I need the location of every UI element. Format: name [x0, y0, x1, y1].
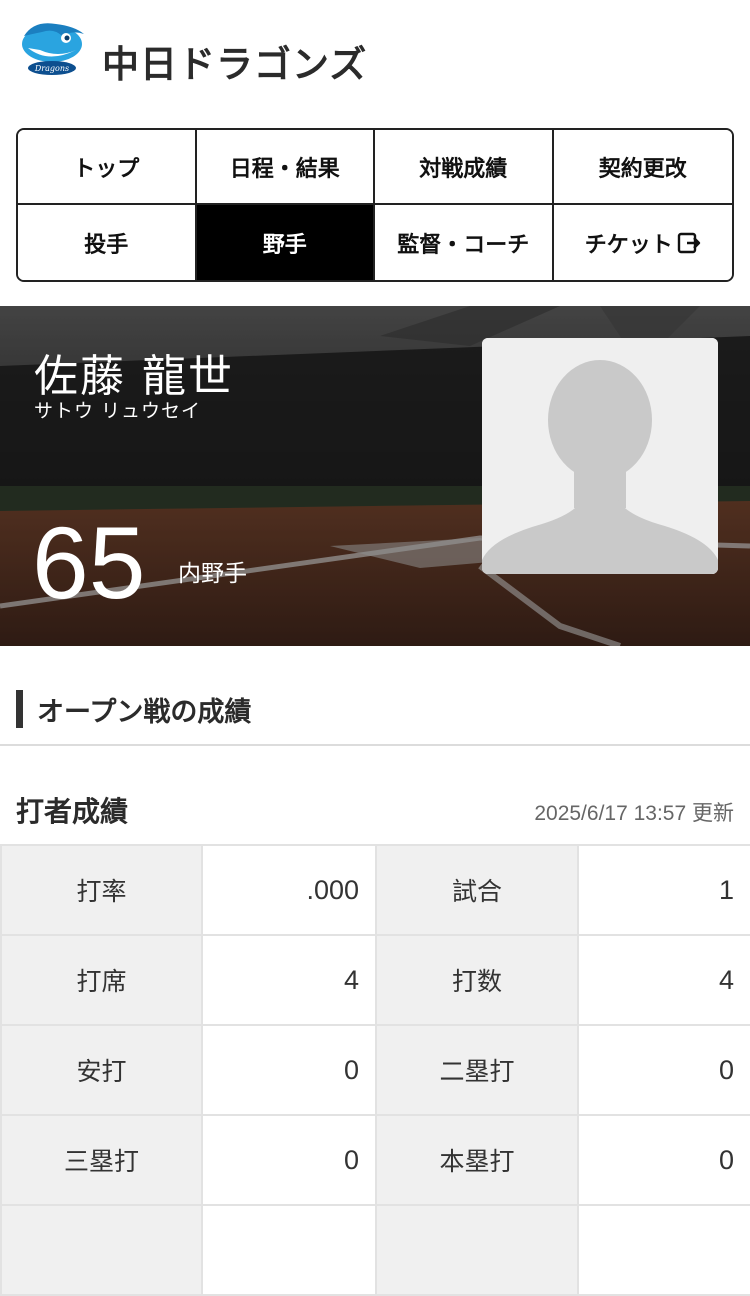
player-name-kana: サトウ リュウセイ [34, 400, 202, 422]
table-row: 打席 4 打数 4 [0, 934, 750, 1026]
stat-value: 0 [577, 1024, 750, 1116]
avatar-placeholder-icon [482, 338, 718, 574]
nav-item-label: 監督・コーチ [397, 232, 530, 258]
section-title-text: オープン戦の成績 [37, 696, 252, 728]
nav-item-label: 契約更改 [598, 156, 687, 182]
stat-label: 二塁打 [375, 1024, 579, 1116]
nav-item-label: 野手 [262, 232, 307, 258]
team-nav: トップ 日程・結果 対戦成績 契約更改 投手 野手 監督・コーチ チケット [16, 128, 734, 282]
updated-timestamp: 2025/6/17 13:57 更新 [534, 802, 734, 825]
nav-item-pitchers[interactable]: 投手 [18, 205, 197, 280]
stat-label: 試合 [375, 844, 579, 936]
stat-value: 0 [201, 1024, 377, 1116]
player-photo [482, 338, 718, 574]
nav-item-coaches[interactable]: 監督・コーチ [375, 205, 554, 280]
nav-item-tickets[interactable]: チケット [553, 205, 732, 280]
stat-value: 0 [577, 1114, 750, 1206]
table-row: 三塁打 0 本塁打 0 [0, 1114, 750, 1206]
table-row: 打率 .000 試合 1 [0, 844, 750, 936]
player-name: 佐藤 龍世 [34, 351, 234, 402]
section-divider [0, 744, 750, 746]
nav-item-schedule[interactable]: 日程・結果 [196, 130, 375, 205]
stat-label: 打席 [0, 934, 203, 1026]
table-row [0, 1204, 750, 1296]
player-hero: 佐藤 龍世 サトウ リュウセイ 65 内野手 [0, 306, 750, 646]
stat-value: 1 [577, 844, 750, 936]
stat-value: 4 [577, 934, 750, 1026]
stat-value: 4 [201, 934, 377, 1026]
svg-text:Dragons: Dragons [34, 64, 69, 73]
nav-item-label: 投手 [84, 232, 129, 258]
player-position: 内野手 [178, 561, 247, 587]
section-title-bar [16, 690, 23, 728]
table-row: 安打 0 二塁打 0 [0, 1024, 750, 1116]
nav-item-label: 日程・結果 [229, 156, 340, 182]
stat-label: 安打 [0, 1024, 203, 1116]
nav-item-label: トップ [73, 156, 140, 182]
stat-label [0, 1204, 203, 1296]
team-name: 中日ドラゴンズ [102, 43, 368, 86]
nav-item-fielders[interactable]: 野手 [196, 205, 375, 280]
dragons-logo-icon[interactable]: Dragons [14, 14, 88, 78]
stat-label: 本塁打 [375, 1114, 579, 1206]
section-title: オープン戦の成績 [16, 690, 251, 728]
stat-value [577, 1204, 750, 1296]
nav-item-contract[interactable]: 契約更改 [553, 130, 732, 205]
external-link-icon [677, 232, 700, 253]
stat-label: 打率 [0, 844, 203, 936]
stat-value: 0 [201, 1114, 377, 1206]
stat-label [375, 1204, 579, 1296]
stat-label: 三塁打 [0, 1114, 203, 1206]
player-number: 65 [32, 506, 146, 620]
stat-value [201, 1204, 377, 1296]
nav-item-top[interactable]: トップ [18, 130, 197, 205]
nav-item-label: 対戦成績 [419, 156, 508, 182]
site-header: Dragons 中日ドラゴンズ [0, 0, 750, 128]
nav-item-label: チケット [584, 232, 673, 258]
stat-value: .000 [201, 844, 377, 936]
batting-stats-heading: 打者成績 [16, 795, 129, 828]
batting-stats-table: 打率 .000 試合 1 打席 4 打数 4 安打 0 二塁打 0 三塁打 0 … [0, 844, 750, 1296]
nav-item-head-to-head[interactable]: 対戦成績 [375, 130, 554, 205]
stat-label: 打数 [375, 934, 579, 1026]
